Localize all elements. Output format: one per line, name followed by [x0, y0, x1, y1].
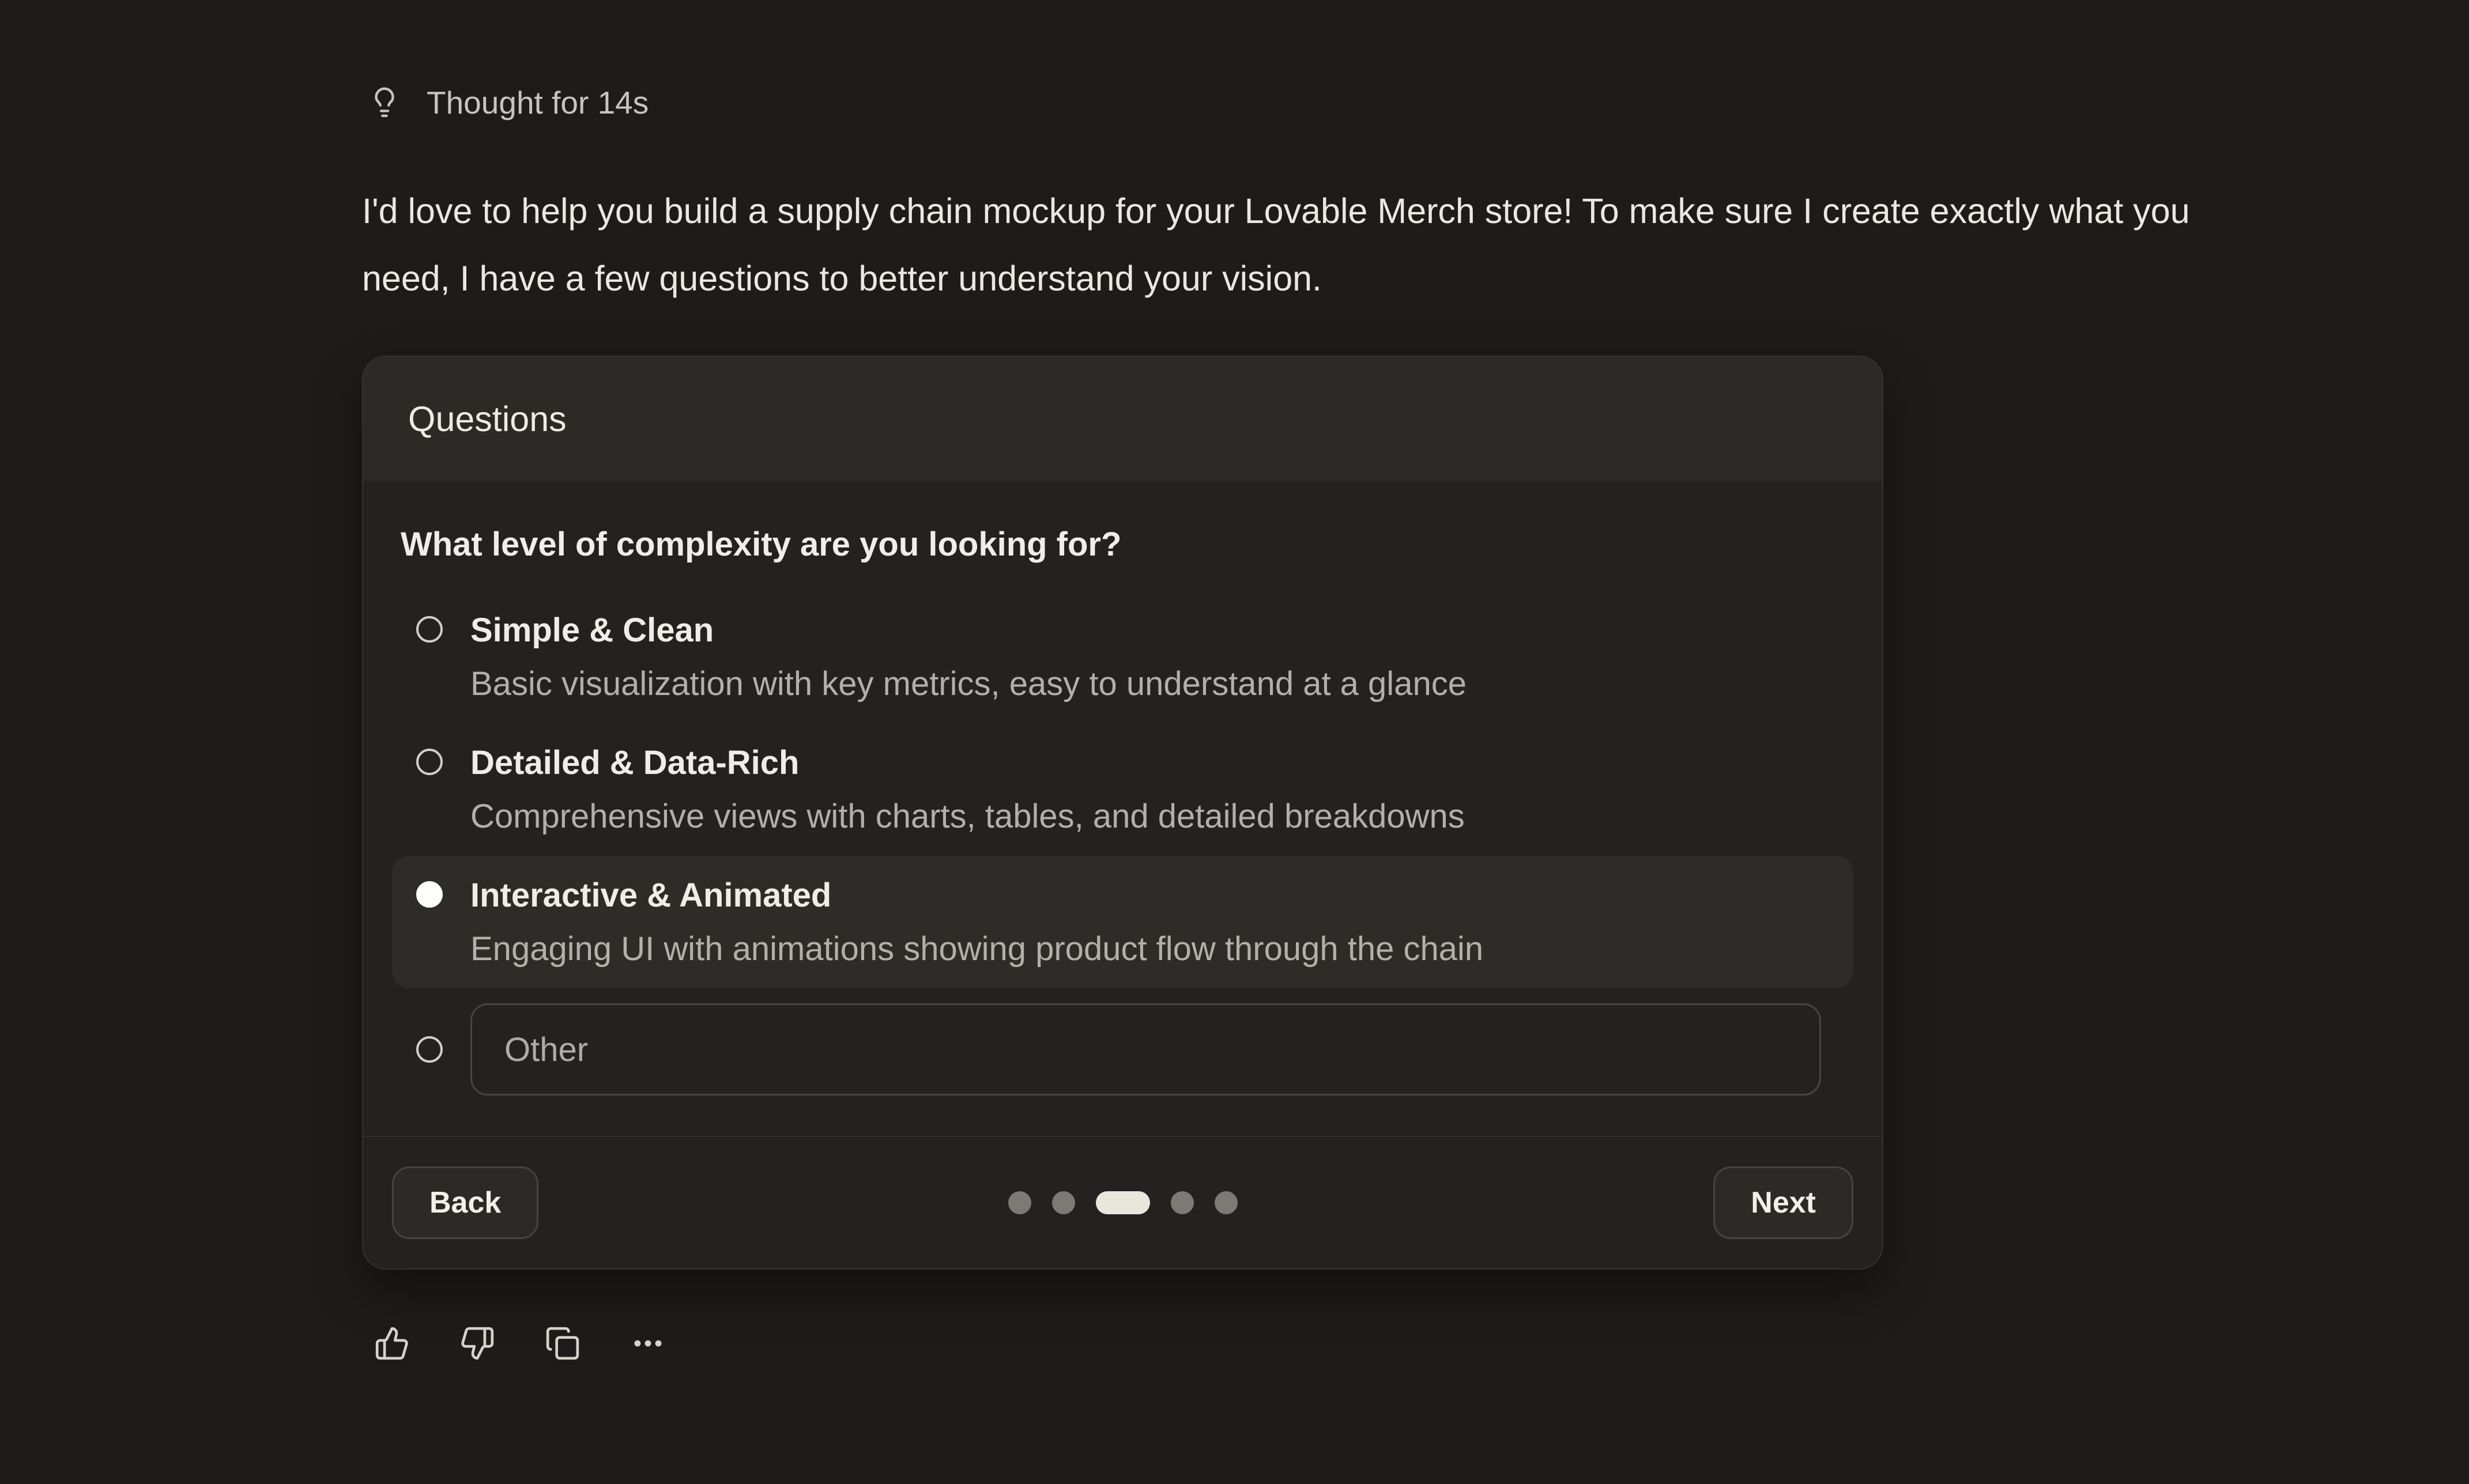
option-description: Comprehensive views with charts, tables,… [470, 790, 1465, 843]
option-simple-clean[interactable]: Simple & Clean Basic visualization with … [392, 591, 1853, 723]
more-options-icon[interactable] [630, 1326, 666, 1361]
question-text: What level of complexity are you looking… [401, 524, 1853, 565]
message-actions [374, 1326, 666, 1361]
card-title: Questions [408, 399, 567, 439]
back-button[interactable]: Back [392, 1166, 538, 1239]
copy-icon[interactable] [545, 1326, 581, 1361]
next-button[interactable]: Next [1713, 1166, 1853, 1239]
pagination-dots [1008, 1191, 1238, 1214]
option-description: Basic visualization with key metrics, ea… [470, 657, 1467, 711]
option-description: Engaging UI with animations showing prod… [470, 922, 1483, 976]
thought-label: Thought for 14s [427, 84, 649, 121]
radio-unselected-icon[interactable] [416, 749, 443, 775]
questions-card: Questions What level of complexity are y… [362, 356, 1883, 1270]
option-label: Interactive & Animated [470, 869, 1483, 922]
radio-selected-icon[interactable] [416, 881, 443, 908]
other-input[interactable] [470, 1003, 1821, 1096]
radio-unselected-icon[interactable] [416, 616, 443, 643]
card-body: What level of complexity are you looking… [363, 481, 1882, 1136]
option-other[interactable] [392, 1003, 1853, 1096]
pagination-dot-3-active[interactable] [1096, 1191, 1150, 1214]
pagination-dot-5[interactable] [1215, 1191, 1238, 1214]
option-label: Simple & Clean [470, 603, 1467, 657]
option-detailed-data-rich[interactable]: Detailed & Data-Rich Comprehensive views… [392, 723, 1853, 856]
radio-unselected-icon[interactable] [416, 1036, 443, 1063]
card-footer: Back Next [363, 1136, 1882, 1268]
assistant-message: I'd love to help you build a supply chai… [362, 178, 2207, 312]
option-label: Detailed & Data-Rich [470, 736, 1465, 790]
pagination-dot-1[interactable] [1008, 1191, 1031, 1214]
thought-toggle[interactable]: Thought for 14s [368, 84, 649, 121]
options-list: Simple & Clean Basic visualization with … [392, 591, 1853, 1096]
thumbs-up-icon[interactable] [374, 1326, 410, 1361]
lightbulb-icon [368, 86, 401, 119]
thumbs-down-icon[interactable] [459, 1326, 495, 1361]
card-header: Questions [363, 357, 1882, 481]
option-interactive-animated[interactable]: Interactive & Animated Engaging UI with … [392, 856, 1853, 988]
pagination-dot-2[interactable] [1052, 1191, 1075, 1214]
pagination-dot-4[interactable] [1171, 1191, 1194, 1214]
